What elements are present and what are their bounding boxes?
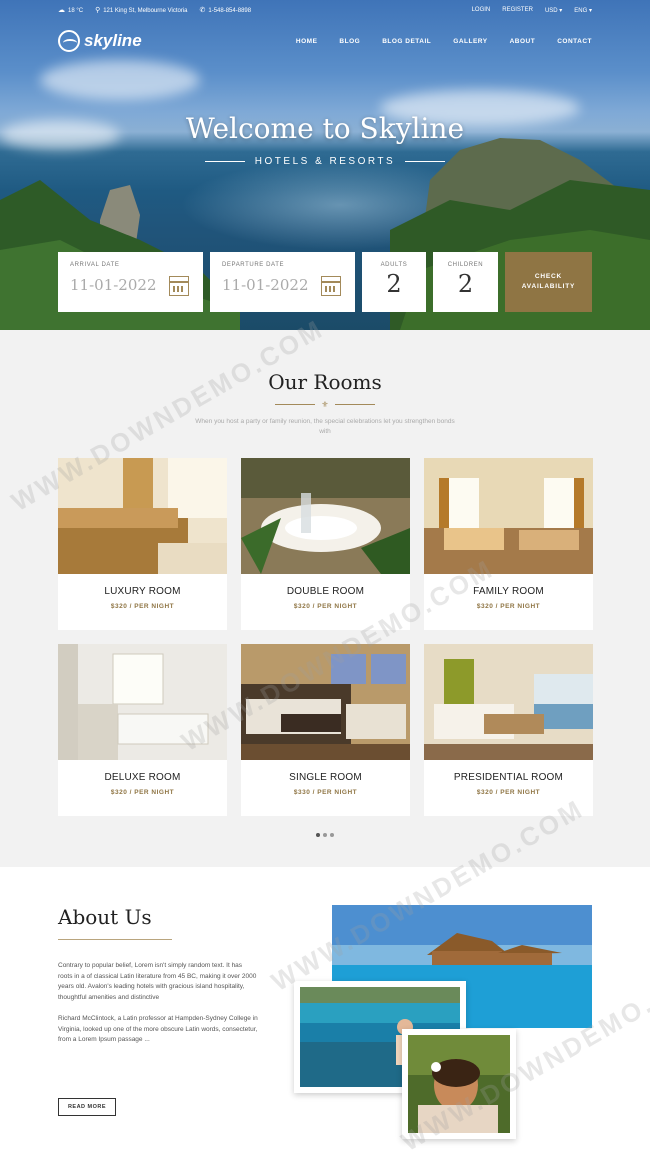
hero-subtitle: HOTELS & RESORTS [254,156,396,167]
phone-info: ✆ 1-548-854-8898 [200,6,252,14]
address-info: ⚲ 121 King St, Melbourne Victoria [95,6,187,14]
spa-massage-photo [402,1029,516,1139]
cloud-icon: ☁ [58,7,65,14]
room-card[interactable]: DELUXE ROOM $320 / PER NIGHT [58,644,227,816]
calendar-icon[interactable] [321,276,341,296]
about-title: About Us [58,905,152,929]
logo-text: skyline [84,31,142,50]
adults-label: ADULTS [380,262,408,268]
phone-text: 1-548-854-8898 [208,8,252,14]
room-price: $320 / PER NIGHT [476,603,541,610]
arrival-date-label: ARRIVAL DATE [70,262,120,268]
check-label-line1: CHECK [534,272,563,280]
nav-item-blog-detail[interactable]: BLOG DETAIL [382,38,431,45]
hero-section: ☁ 18 °C ⚲ 121 King St, Melbourne Victoria … [0,0,650,330]
logo-mark-icon [58,30,80,52]
room-card[interactable]: DOUBLE ROOM $320 / PER NIGHT [241,458,410,630]
location-pin-icon: ⚲ [95,7,101,14]
divider-line [204,161,245,162]
room-name[interactable]: LUXURY ROOM [58,586,227,597]
departure-date-label: DEPARTURE DATE [222,262,285,268]
room-price: $330 / PER NIGHT [293,789,358,796]
carousel-dot[interactable] [323,833,327,837]
nav-item-blog[interactable]: BLOG [339,38,360,45]
room-name[interactable]: PRESIDENTIAL ROOM [424,772,593,783]
top-bar: ☁ 18 °C ⚲ 121 King St, Melbourne Victoria … [0,0,650,20]
rooms-section: Our Rooms ⚜ When you host a party or fam… [0,330,650,867]
nav-item-gallery[interactable]: GALLERY [453,38,487,45]
room-photo-family[interactable] [424,458,593,574]
adults-field[interactable]: ADULTS 2 [362,252,426,312]
rooms-title: Our Rooms [268,370,382,394]
room-name[interactable]: FAMILY ROOM [424,586,593,597]
nav-item-home[interactable]: HOME [296,38,318,45]
divider-line [405,161,446,162]
check-availability-button[interactable]: CHECK AVAILABILITY [505,252,592,312]
title-divider: ⚜ [0,400,650,409]
weather-info: ☁ 18 °C [58,6,83,14]
room-name[interactable]: DOUBLE ROOM [241,586,410,597]
room-photo-double[interactable] [241,458,410,574]
carousel-dot[interactable] [330,833,334,837]
children-field[interactable]: CHILDREN 2 [433,252,498,312]
room-card[interactable]: SINGLE ROOM $330 / PER NIGHT [241,644,410,816]
room-card[interactable]: FAMILY ROOM $320 / PER NIGHT [424,458,593,630]
phone-icon: ✆ [199,7,206,14]
room-price: $320 / PER NIGHT [293,603,358,610]
children-label: CHILDREN [447,262,484,268]
calendar-icon[interactable] [169,276,189,296]
carousel-dot[interactable] [316,833,320,837]
rooms-intro: When you host a party or family reunion,… [195,418,455,435]
about-title-underline [58,939,172,940]
room-name[interactable]: SINGLE ROOM [241,772,410,783]
check-label-line2: AVAILABILITY [521,283,576,290]
hero-title: Welcome to Skyline [185,112,465,145]
language-select[interactable]: ENG ▾ [574,7,592,14]
room-name[interactable]: DELUXE ROOM [58,772,227,783]
room-card[interactable]: PRESIDENTIAL ROOM $320 / PER NIGHT [424,644,593,816]
booking-form: ARRIVAL DATE 11-01-2022 DEPARTURE DATE 1… [58,252,592,312]
departure-date-field[interactable]: DEPARTURE DATE 11-01-2022 [210,252,355,312]
about-section: About Us Contrary to popular belief, Lor… [0,867,650,1169]
adults-value: 2 [386,270,402,298]
carousel-dots [0,833,650,837]
fleur-icon: ⚜ [321,400,329,409]
read-more-button[interactable]: READ MORE [58,1098,116,1116]
children-value: 2 [457,270,474,298]
hero-subtitle-row: HOTELS & RESORTS [0,156,650,167]
arrival-date-field[interactable]: ARRIVAL DATE 11-01-2022 [58,252,203,312]
nav-item-contact[interactable]: CONTACT [557,38,592,45]
login-link[interactable]: LOGIN [472,7,491,13]
room-photo-deluxe[interactable] [58,644,227,760]
logo[interactable]: skyline [58,30,142,52]
rooms-grid: LUXURY ROOM $320 / PER NIGHT DOUBLE ROOM… [58,458,593,816]
weather-text: 18 °C [68,8,84,14]
currency-select[interactable]: USD ▾ [545,7,562,14]
about-text: Contrary to popular belief, Lorem isn't … [58,961,258,1056]
register-link[interactable]: REGISTER [502,7,533,13]
address-text: 121 King St, Melbourne Victoria [103,8,188,14]
chevron-down-icon: ▾ [588,7,592,14]
room-price: $320 / PER NIGHT [476,789,541,796]
room-photo-single[interactable] [241,644,410,760]
nav-menu: HOME BLOG BLOG DETAIL GALLERY ABOUT CONT… [296,38,592,45]
currency-value: USD [544,7,558,14]
chevron-down-icon: ▾ [559,7,563,14]
room-photo-presidential[interactable] [424,644,593,760]
language-value: ENG [574,7,588,14]
nav-item-about[interactable]: ABOUT [510,38,536,45]
cloud [40,60,200,100]
room-price: $320 / PER NIGHT [110,789,175,796]
room-price: $320 / PER NIGHT [110,603,175,610]
main-nav: skyline HOME BLOG BLOG DETAIL GALLERY AB… [0,26,650,56]
about-paragraph-2: Richard McClintock, a Latin professor at… [58,1014,258,1044]
about-paragraph-1: Contrary to popular belief, Lorem isn't … [58,962,257,1002]
room-photo-luxury[interactable] [58,458,227,574]
room-card[interactable]: LUXURY ROOM $320 / PER NIGHT [58,458,227,630]
